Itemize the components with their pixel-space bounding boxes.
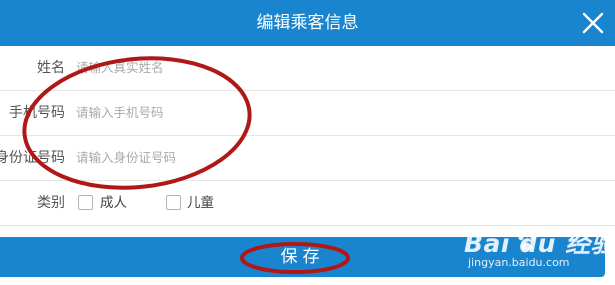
idcard-row: 身份证号码 [0, 136, 615, 181]
idcard-label: 身份证号码 [0, 150, 65, 166]
close-icon [582, 12, 604, 34]
dialog-title: 编辑乘客信息 [256, 13, 359, 33]
idcard-input[interactable] [74, 143, 458, 171]
save-button-label: 保存 [280, 247, 325, 267]
dialog-header: 编辑乘客信息 [0, 0, 615, 46]
save-button[interactable]: 保存 [0, 237, 605, 277]
category-row: 类别 成人 儿童 [0, 181, 615, 226]
phone-row: 手机号码 [0, 91, 615, 136]
close-button[interactable] [579, 9, 607, 37]
category-label: 类别 [37, 195, 65, 211]
phone-label: 手机号码 [9, 105, 65, 121]
name-input[interactable] [74, 53, 458, 81]
phone-input[interactable] [74, 98, 458, 126]
child-checkbox[interactable] [166, 195, 181, 210]
child-checkbox-label[interactable]: 儿童 [187, 181, 214, 225]
name-label: 姓名 [37, 60, 65, 76]
adult-checkbox-label[interactable]: 成人 [100, 181, 127, 225]
adult-checkbox[interactable] [78, 195, 93, 210]
name-row: 姓名 [0, 46, 615, 91]
